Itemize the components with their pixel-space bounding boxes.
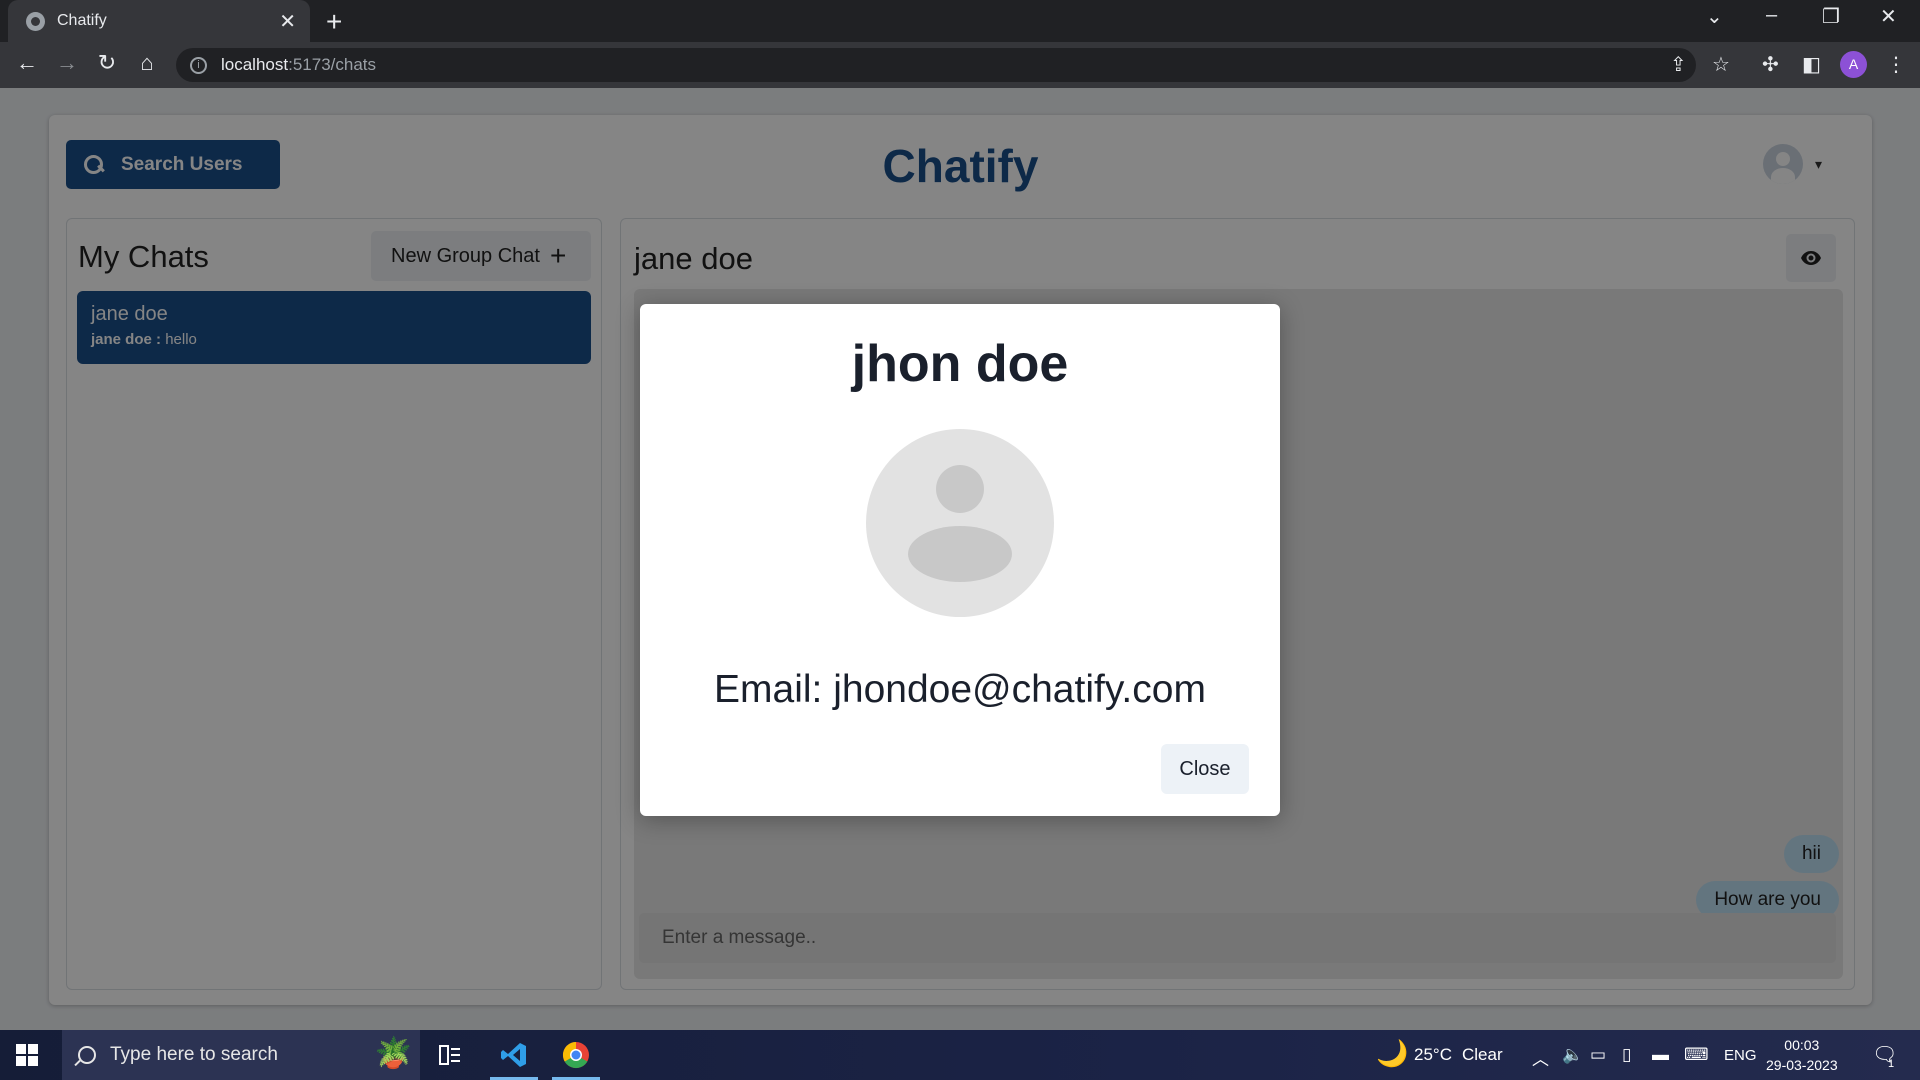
profile-avatar[interactable]: A xyxy=(1840,51,1867,78)
avatar-head-shape xyxy=(936,465,984,513)
address-bar[interactable]: i localhost :5173/chats xyxy=(176,48,1696,82)
taskbar-search-placeholder: Type here to search xyxy=(110,1044,278,1065)
profile-modal: jhon doe Email: jhondoe@chatify.com Clos… xyxy=(640,304,1280,816)
chrome-icon[interactable] xyxy=(548,1030,604,1080)
restore-icon[interactable]: ❐ xyxy=(1822,4,1840,29)
modal-title: jhon doe xyxy=(851,335,1069,393)
page-viewport: Search Users Chatify ▾ My Chats New Grou… xyxy=(0,88,1920,1030)
notification-count: 1 xyxy=(1888,1058,1895,1070)
browser-tab-bar: Chatify ✕ + ⌄ – ❐ ✕ xyxy=(0,0,1920,42)
clock-time: 00:03 xyxy=(1784,1037,1820,1053)
keyboard-icon[interactable]: ⌨ xyxy=(1684,1045,1709,1065)
browser-tab[interactable]: Chatify ✕ xyxy=(8,0,310,42)
avatar-body-shape xyxy=(908,526,1012,582)
bookmark-star-icon[interactable]: ☆ xyxy=(1712,52,1730,77)
speaker-icon[interactable]: 🔈 xyxy=(1562,1045,1583,1065)
back-icon[interactable]: ← xyxy=(12,50,42,76)
tab-title: Chatify xyxy=(57,12,107,29)
network-icon[interactable]: ▭ xyxy=(1590,1045,1606,1065)
side-panel-icon[interactable]: ◧ xyxy=(1802,52,1821,77)
battery-icon[interactable]: ▬ xyxy=(1652,1045,1669,1065)
tray-chevron-up-icon[interactable]: ︿ xyxy=(1532,1045,1549,1070)
globe-icon xyxy=(26,11,45,31)
weather-moon-icon[interactable]: 🌙 xyxy=(1376,1038,1408,1069)
vscode-icon[interactable] xyxy=(486,1030,542,1080)
menu-icon[interactable]: ⋮ xyxy=(1886,52,1906,77)
site-info-icon[interactable]: i xyxy=(190,56,207,74)
close-window-icon[interactable]: ✕ xyxy=(1880,4,1897,29)
url-host: localhost xyxy=(221,55,289,74)
new-tab-button[interactable]: + xyxy=(326,6,342,38)
minimize-icon[interactable]: – xyxy=(1766,4,1777,27)
weather-desc[interactable]: Clear xyxy=(1462,1045,1503,1065)
close-button[interactable]: Close xyxy=(1161,744,1249,794)
modal-email: Email: jhondoe@chatify.com xyxy=(714,668,1206,711)
taskbar-search-box[interactable]: Type here to search 🪴 xyxy=(62,1030,420,1080)
reload-icon[interactable]: ↻ xyxy=(92,50,122,76)
tab-search-chevron-icon[interactable]: ⌄ xyxy=(1706,4,1723,29)
task-view-icon[interactable] xyxy=(422,1030,478,1080)
share-icon[interactable]: ⇪ xyxy=(1670,52,1687,77)
url-path: :5173/chats xyxy=(288,55,377,74)
forward-icon[interactable]: → xyxy=(52,50,82,76)
taskbar-clock[interactable]: 00:03 29-03-2023 xyxy=(1766,1035,1838,1075)
windows-taskbar: Type here to search 🪴 🌙 25°C Clear ︿ 🔈 ▭… xyxy=(0,1030,1920,1080)
weather-temp[interactable]: 25°C xyxy=(1414,1045,1452,1065)
profile-avatar-image xyxy=(866,429,1054,617)
home-icon[interactable]: ⌂ xyxy=(132,50,162,76)
language-indicator[interactable]: ENG xyxy=(1724,1047,1757,1064)
clock-date: 29-03-2023 xyxy=(1766,1057,1838,1073)
tab-close-icon[interactable]: ✕ xyxy=(279,9,296,34)
search-highlight-icon: 🪴 xyxy=(374,1037,412,1070)
windows-start-icon[interactable] xyxy=(16,1044,38,1066)
search-icon xyxy=(78,1046,96,1064)
device-icon[interactable]: ▯ xyxy=(1622,1045,1631,1065)
browser-toolbar: ← → ↻ ⌂ i localhost :5173/chats ⇪ ☆ ✣ ◧ … xyxy=(0,42,1920,88)
extensions-icon[interactable]: ✣ xyxy=(1762,52,1779,77)
